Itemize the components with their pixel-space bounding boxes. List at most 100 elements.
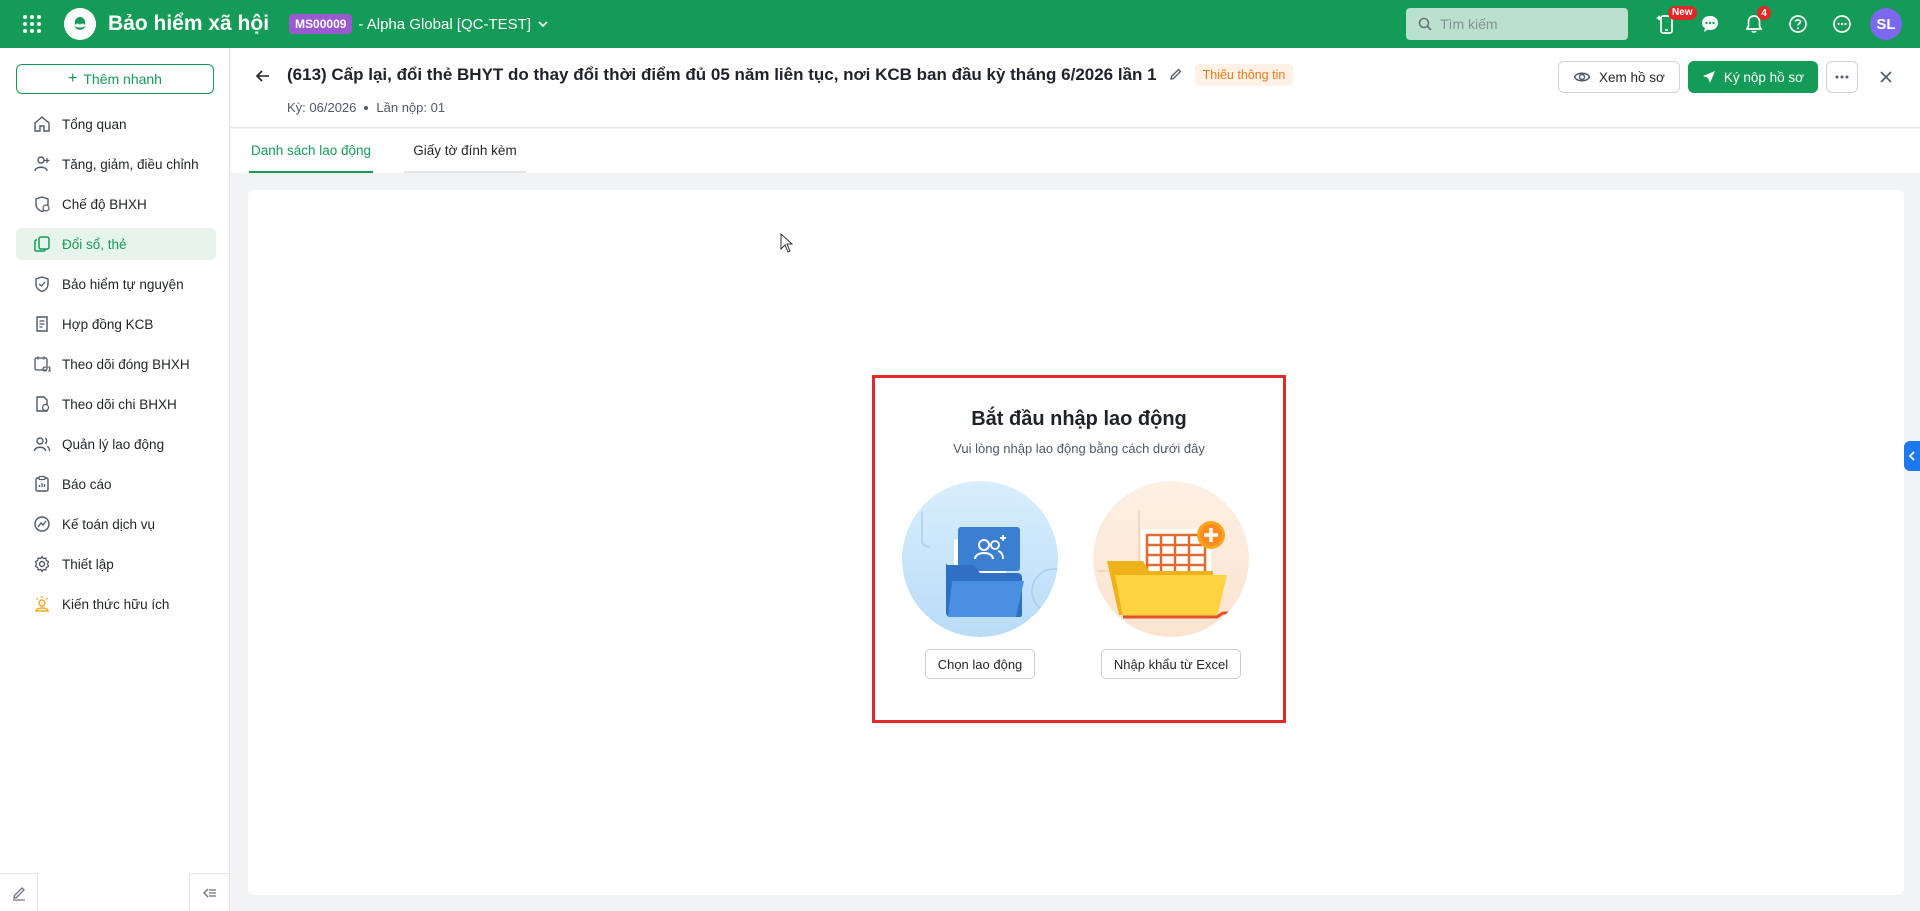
collapse-sidebar-button[interactable] xyxy=(189,873,229,911)
more-apps-button[interactable] xyxy=(1820,0,1864,48)
chat-button[interactable] xyxy=(1688,0,1732,48)
arrow-left-icon xyxy=(255,70,269,82)
user-avatar[interactable]: SL xyxy=(1870,8,1902,40)
pencil-icon xyxy=(12,886,25,901)
page-header: (613) Cấp lại, đổi thẻ BHYT do thay đổi … xyxy=(231,48,1920,128)
sign-submit-button[interactable]: Ký nộp hồ sơ xyxy=(1687,61,1818,93)
sidebar-item-label: Thiết lập xyxy=(62,556,114,572)
app-grid-icon[interactable] xyxy=(0,0,64,48)
expand-right-panel-button[interactable] xyxy=(1904,441,1920,471)
sidebar-item-payout-tracking[interactable]: Theo dõi chi BHXH xyxy=(16,388,216,420)
choose-employee-button[interactable]: Chọn lao động xyxy=(924,649,1036,679)
sidebar-item-label: Theo dõi chi BHXH xyxy=(62,396,177,412)
dossier-meta: Kỳ: 06/2026 Lần nộp: 01 xyxy=(287,100,445,115)
mouse-cursor-icon xyxy=(780,232,794,256)
home-icon xyxy=(32,114,52,134)
start-title: Bắt đầu nhập lao động xyxy=(971,408,1187,430)
close-button[interactable] xyxy=(1870,61,1902,93)
top-bar: Bảo hiểm xã hội MS00009 - Alpha Global [… xyxy=(0,0,1920,48)
calendar-c12-icon: C12 xyxy=(32,354,52,374)
tab-bar: Danh sách lao động Giấy tờ đính kèm xyxy=(231,129,1920,173)
sidebar-item-settings[interactable]: Thiết lập xyxy=(16,548,216,580)
folder-spreadsheet-illustration xyxy=(1093,481,1249,637)
help-button[interactable] xyxy=(1776,0,1820,48)
clipboard-icon xyxy=(32,474,52,494)
quick-add-button[interactable]: + Thêm nhanh xyxy=(16,64,214,94)
sidebar-item-adjustments[interactable]: Tăng, giảm, điều chỉnh xyxy=(16,148,216,180)
mobile-app-button[interactable]: New xyxy=(1644,0,1697,48)
collapse-left-icon xyxy=(202,888,216,897)
sidebar-item-labor-management[interactable]: Quản lý lao động xyxy=(16,428,216,460)
sidebar-item-benefits[interactable]: Chế độ BHXH xyxy=(16,188,216,220)
sidebar-item-label: Chế độ BHXH xyxy=(62,196,147,212)
tab-attachments[interactable]: Giấy tờ đính kèm xyxy=(404,129,526,173)
sidebar-item-service-accounting[interactable]: Kế toán dịch vụ xyxy=(16,508,216,540)
import-excel-button[interactable]: Nhập khẩu từ Excel xyxy=(1100,649,1242,679)
view-dossier-button[interactable]: Xem hồ sơ xyxy=(1557,61,1680,93)
document-money-icon xyxy=(32,394,52,414)
sidebar-item-label: Hợp đồng KCB xyxy=(62,316,154,332)
app-title: Bảo hiểm xã hội xyxy=(108,12,270,35)
start-subtitle: Vui lòng nhập lao động bằng cách dưới đâ… xyxy=(953,441,1205,456)
period-label: Kỳ: 06/2026 xyxy=(287,100,357,115)
users-icon xyxy=(32,434,52,454)
sidebar-item-kcb-contract[interactable]: Hợp đồng KCB xyxy=(16,308,216,340)
sidebar-item-voluntary-insurance[interactable]: Bảo hiểm tự nguyện xyxy=(16,268,216,300)
org-code-badge: MS00009 xyxy=(289,14,353,34)
sidebar-item-knowledge[interactable]: Kiến thức hữu ích xyxy=(16,588,216,620)
sidebar-item-label: Báo cáo xyxy=(62,476,112,492)
sidebar-item-label: Bảo hiểm tự nguyện xyxy=(62,276,184,292)
sidebar-item-label: Kế toán dịch vụ xyxy=(62,516,156,532)
copy-card-icon xyxy=(32,234,52,254)
search-icon xyxy=(1418,17,1432,31)
edit-title-icon[interactable] xyxy=(1169,67,1183,84)
close-icon xyxy=(1880,71,1892,83)
submission-count: Lần nộp: 01 xyxy=(376,100,446,115)
sidebar-item-label: Theo dõi đóng BHXH xyxy=(62,356,190,372)
sidebar-item-overview[interactable]: Tổng quan xyxy=(16,108,216,140)
more-horizontal-icon xyxy=(1835,75,1849,79)
edit-button[interactable] xyxy=(0,873,38,911)
chat-icon xyxy=(1702,16,1718,32)
sidebar-item-label: Quản lý lao động xyxy=(62,436,165,452)
folder-people-illustration xyxy=(902,481,1058,637)
chevron-left-icon xyxy=(1908,451,1915,461)
sidebar-item-label: Kiến thức hữu ích xyxy=(62,596,170,612)
org-name: - Alpha Global [QC-TEST] xyxy=(358,15,531,33)
view-dossier-label: Xem hồ sơ xyxy=(1598,69,1665,85)
start-import-panel: Bắt đầu nhập lao động Vui lòng nhập lao … xyxy=(872,375,1286,723)
gear-icon xyxy=(32,554,52,574)
chevron-down-icon xyxy=(538,21,548,28)
sign-submit-label: Ký nộp hồ sơ xyxy=(1723,69,1804,85)
quick-add-label: Thêm nhanh xyxy=(83,71,162,87)
import-excel-option: Nhập khẩu từ Excel xyxy=(1093,481,1249,679)
choose-employee-option: Chọn lao động xyxy=(902,481,1058,679)
svg-text:C12: C12 xyxy=(42,366,51,374)
chart-circle-icon xyxy=(32,514,52,534)
help-icon xyxy=(1789,15,1807,33)
sidebar-item-contribution-tracking[interactable]: C12 Theo dõi đóng BHXH xyxy=(16,348,216,380)
sidebar-nav: Tổng quan Tăng, giảm, điều chỉnh Chế độ … xyxy=(16,108,216,628)
tab-employee-list[interactable]: Danh sách lao động xyxy=(249,129,373,173)
user-adjust-icon xyxy=(32,154,52,174)
back-button[interactable] xyxy=(251,64,275,88)
more-actions-button[interactable] xyxy=(1826,61,1858,93)
sidebar: + Thêm nhanh Tổng quan Tăng, giảm, điều … xyxy=(0,48,230,911)
sidebar-item-reports[interactable]: Báo cáo xyxy=(16,468,216,500)
search-box[interactable] xyxy=(1406,8,1628,40)
sidebar-item-label: Đổi sổ, thẻ xyxy=(62,236,127,252)
sidebar-item-label: Tăng, giảm, điều chỉnh xyxy=(62,156,199,172)
org-selector[interactable]: - Alpha Global [QC-TEST] xyxy=(358,16,549,33)
notification-button[interactable]: 4 xyxy=(1732,0,1776,48)
contract-icon xyxy=(32,314,52,334)
shield-heart-icon xyxy=(32,194,52,214)
sidebar-item-card-exchange[interactable]: Đổi sổ, thẻ xyxy=(16,228,216,260)
app-logo-icon xyxy=(64,8,96,40)
search-input[interactable] xyxy=(1440,16,1610,32)
notification-count-badge: 4 xyxy=(1757,6,1771,20)
more-circle-icon xyxy=(1833,15,1851,33)
eye-icon xyxy=(1573,72,1591,82)
lightbulb-person-icon xyxy=(32,594,52,614)
plus-icon: + xyxy=(68,70,78,87)
sidebar-item-label: Tổng quan xyxy=(62,116,127,132)
